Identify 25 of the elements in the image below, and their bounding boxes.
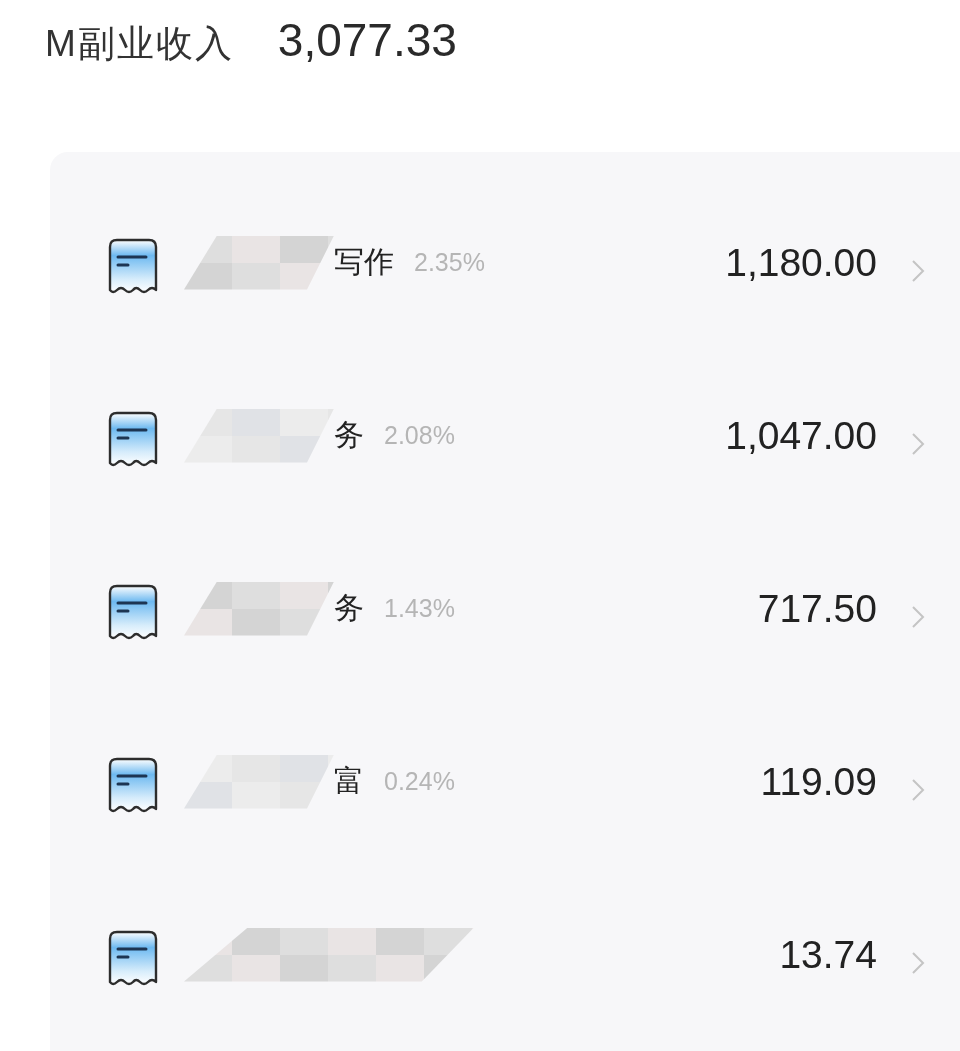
chevron-right-icon[interactable] bbox=[911, 431, 925, 456]
item-name: 富 bbox=[334, 762, 364, 800]
receipt-icon bbox=[108, 756, 158, 815]
item-name: 写作 bbox=[334, 243, 394, 281]
receipt-icon bbox=[108, 410, 158, 469]
page-title: M副业收入 bbox=[45, 22, 234, 66]
item-percentage: 1.43% bbox=[384, 594, 455, 623]
receipt-icon bbox=[108, 583, 158, 642]
chevron-right-icon[interactable] bbox=[911, 604, 925, 629]
chevron-right-icon[interactable] bbox=[911, 258, 925, 283]
item-amount: 13.74 bbox=[779, 932, 877, 977]
item-amount: 1,047.00 bbox=[725, 413, 877, 458]
chevron-right-icon[interactable] bbox=[911, 777, 925, 802]
item-name: 务 bbox=[334, 416, 364, 454]
receipt-icon bbox=[108, 929, 158, 988]
item-percentage: 2.08% bbox=[384, 421, 455, 450]
item-name: 务 bbox=[334, 589, 364, 627]
total-amount: 3,077.33 bbox=[277, 13, 457, 68]
item-percentage: 0.24% bbox=[384, 767, 455, 796]
item-amount: 717.50 bbox=[757, 586, 877, 631]
chevron-right-icon[interactable] bbox=[911, 950, 925, 975]
receipt-icon bbox=[108, 237, 158, 296]
item-percentage: 2.35% bbox=[414, 248, 485, 277]
item-amount: 119.09 bbox=[760, 759, 877, 804]
item-amount: 1,180.00 bbox=[725, 240, 877, 285]
